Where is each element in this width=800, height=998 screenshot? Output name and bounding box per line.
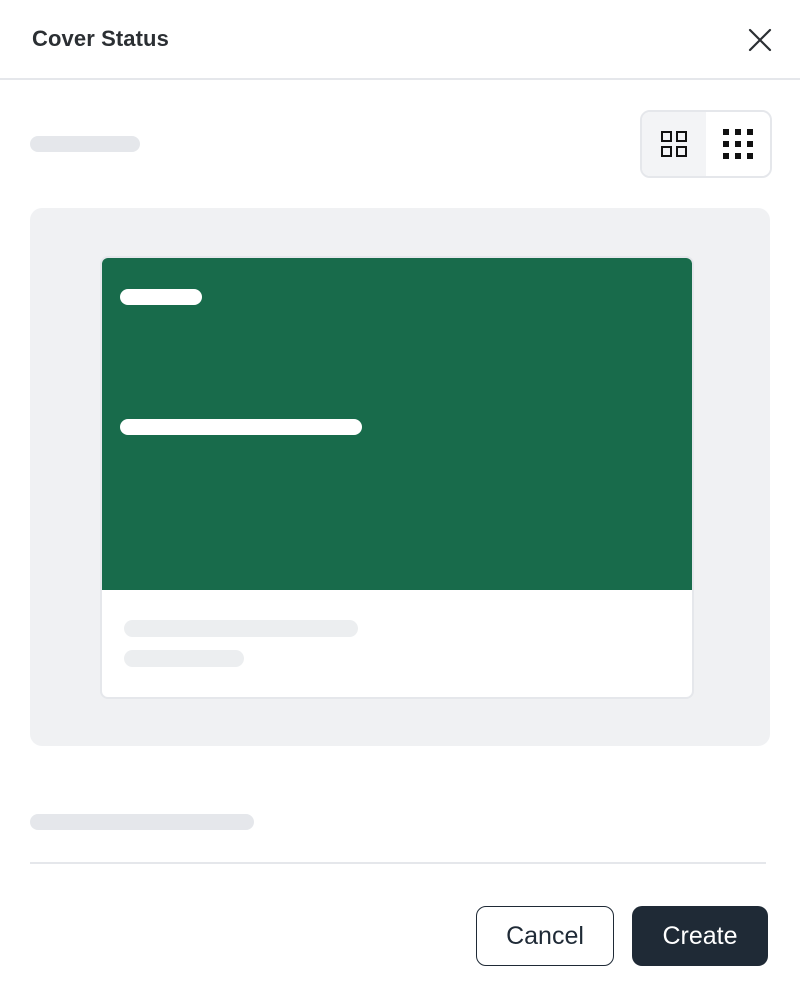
large-grid-view-button[interactable] — [642, 112, 706, 176]
card-text-placeholder — [124, 620, 358, 637]
footer-divider — [30, 862, 766, 864]
card-text-placeholder — [124, 650, 244, 667]
create-button[interactable]: Create — [632, 906, 768, 966]
dialog-title: Cover Status — [32, 26, 169, 51]
label-placeholder — [30, 136, 140, 152]
cover-subtitle-placeholder — [120, 419, 362, 435]
description-placeholder — [30, 814, 254, 830]
cancel-button[interactable]: Cancel — [476, 906, 614, 966]
cover-preview-card — [100, 256, 694, 699]
small-grid-view-button[interactable] — [706, 112, 770, 176]
close-button[interactable] — [744, 24, 776, 56]
cover-preview-area — [30, 208, 770, 746]
cover-title-placeholder — [120, 289, 202, 305]
dialog-header: Cover Status — [0, 0, 800, 80]
grid-3x3-icon — [723, 129, 753, 159]
cover-image — [102, 258, 692, 590]
grid-2x2-icon — [661, 131, 687, 157]
close-icon — [748, 28, 772, 52]
view-toggle — [640, 110, 772, 178]
